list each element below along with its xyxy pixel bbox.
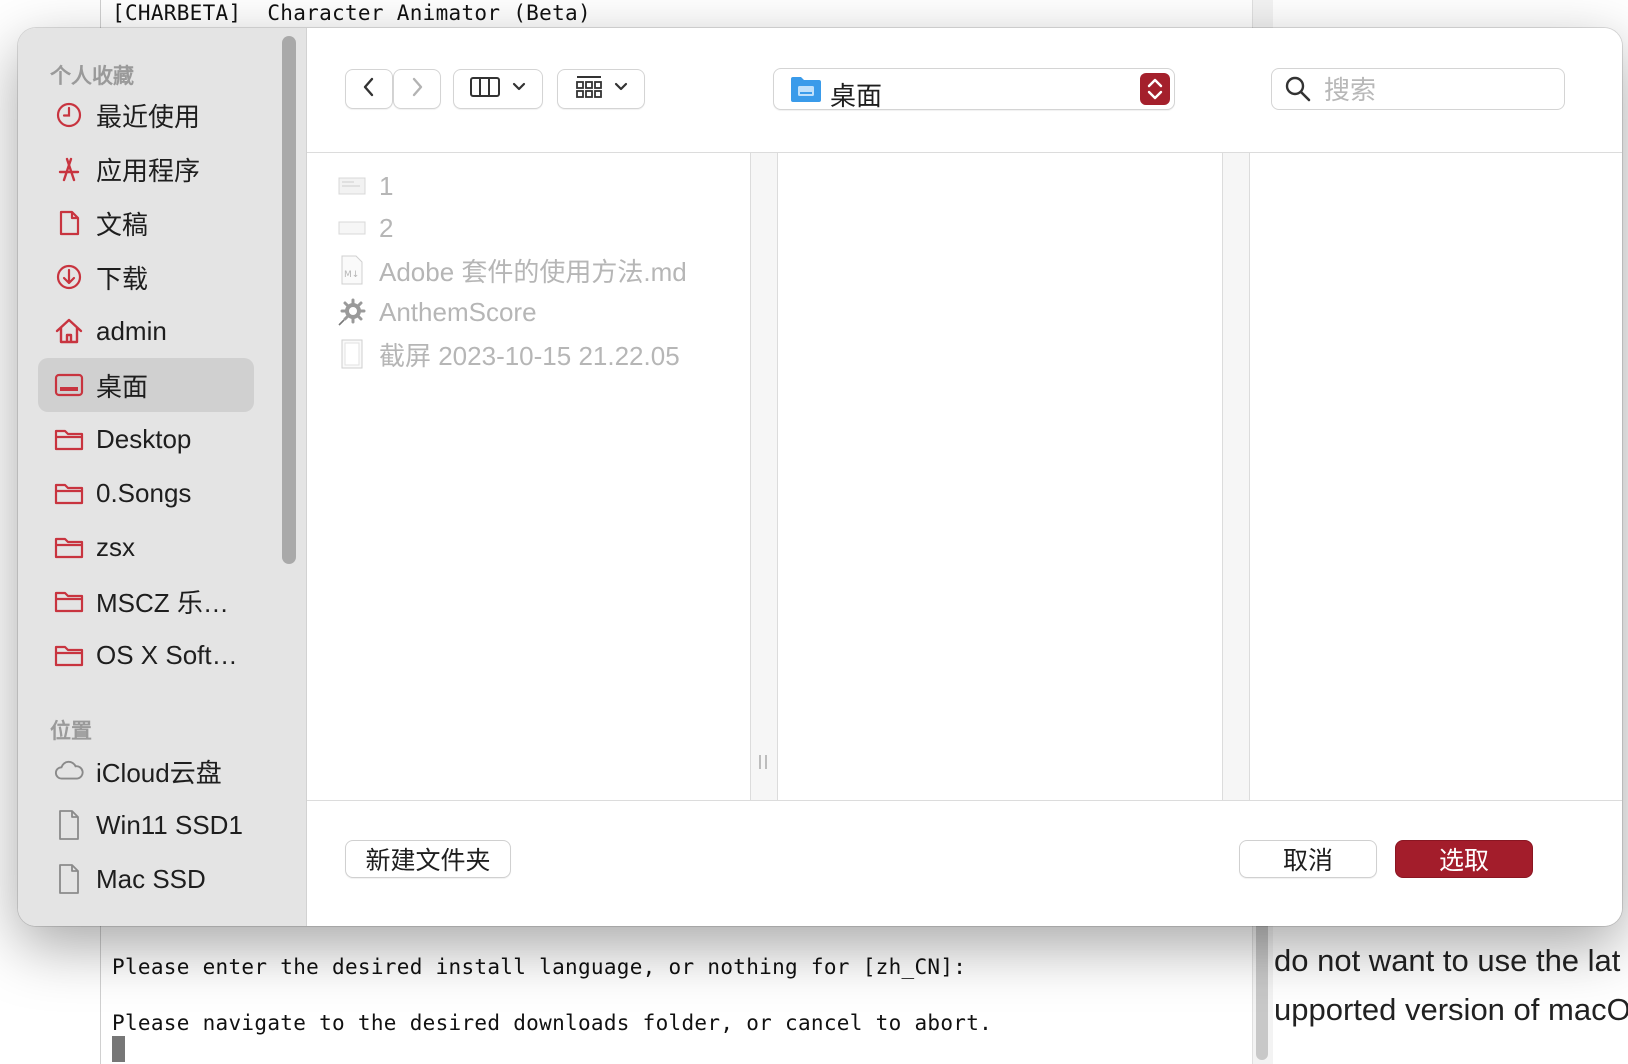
sidebar-item-folder-songs[interactable]: 0.Songs	[38, 466, 254, 520]
sidebar-item-label: 文稿	[96, 209, 149, 240]
column-browser: 1 2 M↓ Adobe 套件的使用方法.md AnthemScore 截屏 2…	[307, 153, 1622, 801]
folder-icon	[54, 478, 84, 508]
favorites-header: 个人收藏	[50, 65, 134, 88]
grid-group-icon	[573, 74, 605, 105]
file-name: 2	[379, 212, 394, 243]
locations-header: 位置	[50, 720, 92, 743]
sidebar-item-label: 应用程序	[96, 155, 201, 186]
folder-icon	[54, 640, 84, 670]
document-text-line: do not want to use the lat	[1274, 943, 1621, 978]
sidebar-item-label: 桌面	[96, 371, 149, 402]
terminal-scrollbar-thumb[interactable]	[1256, 920, 1268, 1060]
sidebar-item-label: MSCZ 乐…	[96, 587, 229, 618]
chevron-right-icon	[408, 75, 426, 104]
terminal-cursor	[112, 1036, 125, 1062]
app-alias-icon	[337, 297, 367, 327]
markdown-file-icon: M↓	[337, 255, 367, 285]
image-file-icon	[337, 171, 367, 201]
download-icon	[54, 262, 84, 292]
sidebar-item-label: iCloud云盘	[96, 757, 222, 788]
bottom-bar: 新建文件夹 取消 选取	[307, 801, 1622, 926]
sidebar-item-label: zsx	[96, 531, 135, 562]
search-input[interactable]	[1322, 74, 1556, 106]
sidebar-item-folder-mscz[interactable]: MSCZ 乐…	[38, 574, 254, 628]
sidebar-item-label: Mac SSD	[96, 863, 206, 894]
sidebar-item-win11-ssd[interactable]: Win11 SSD1	[38, 798, 254, 852]
search-icon	[1284, 75, 1312, 108]
clock-icon	[54, 100, 84, 130]
terminal-line: Please enter the desired install languag…	[112, 955, 967, 979]
sidebar: 个人收藏 最近使用 应用程序 文稿 下载 admin 桌面 Desktop 0.…	[18, 28, 307, 926]
location-stepper-icon[interactable]	[1140, 73, 1170, 105]
group-by-button[interactable]	[557, 69, 645, 109]
chevron-down-icon	[613, 80, 629, 98]
sidebar-item-label: admin	[96, 315, 167, 346]
column-divider[interactable]	[750, 153, 778, 800]
chevron-left-icon	[360, 75, 378, 104]
sidebar-item-label: 最近使用	[96, 101, 201, 132]
location-popup[interactable]: 桌面	[773, 68, 1175, 111]
sidebar-item-label: 0.Songs	[96, 477, 192, 508]
drive-icon	[54, 864, 84, 894]
file-name: 截屏 2023-10-15 21.22.05	[379, 340, 680, 371]
toolbar: 桌面	[307, 28, 1622, 153]
file-name: AnthemScore	[379, 296, 537, 327]
search-box[interactable]	[1271, 68, 1565, 110]
folder-icon	[54, 424, 84, 454]
choose-button[interactable]: 选取	[1395, 840, 1533, 878]
file-name: 1	[379, 170, 394, 201]
svg-text:M↓: M↓	[344, 270, 359, 280]
forward-button[interactable]	[393, 69, 441, 109]
sidebar-item-folder-osx-software[interactable]: OS X Soft…	[38, 628, 254, 682]
drive-icon	[54, 810, 84, 840]
folder-icon	[54, 532, 84, 562]
sidebar-item-desktop-selected[interactable]: 桌面	[38, 358, 254, 412]
sidebar-item-applications[interactable]: 应用程序	[38, 142, 254, 196]
sidebar-item-label: Win11 SSD1	[96, 809, 243, 840]
file-chooser-dialog: 个人收藏 最近使用 应用程序 文稿 下载 admin 桌面 Desktop 0.…	[18, 28, 1622, 926]
folder-icon	[54, 586, 84, 616]
document-text-line: upported version of macO	[1274, 992, 1628, 1027]
sidebar-item-downloads[interactable]: 下载	[38, 250, 254, 304]
sidebar-item-recents[interactable]: 最近使用	[38, 88, 254, 142]
back-button[interactable]	[345, 69, 393, 109]
cancel-button[interactable]: 取消	[1239, 840, 1377, 878]
image-file-icon	[337, 213, 367, 243]
location-label: 桌面	[830, 81, 883, 111]
resize-handle-icon[interactable]	[759, 755, 767, 769]
document-icon	[54, 208, 84, 238]
new-folder-button[interactable]: 新建文件夹	[345, 840, 511, 878]
terminal-line: Please navigate to the desired downloads…	[112, 1011, 993, 1035]
sidebar-item-mac-ssd[interactable]: Mac SSD	[38, 852, 254, 906]
terminal-title: [CHARBETA] Character Animator (Beta)	[112, 1, 591, 25]
sidebar-item-folder-zsx[interactable]: zsx	[38, 520, 254, 574]
columns-view-icon	[469, 75, 503, 104]
desktop-folder-icon	[790, 75, 822, 108]
sidebar-item-label: 下载	[96, 263, 149, 294]
sidebar-scrollbar-thumb[interactable]	[282, 36, 296, 564]
sidebar-item-documents[interactable]: 文稿	[38, 196, 254, 250]
sidebar-item-label: OS X Soft…	[96, 639, 238, 670]
sidebar-item-icloud[interactable]: iCloud云盘	[38, 744, 254, 798]
screenshot-file-icon	[337, 339, 367, 369]
sidebar-item-home[interactable]: admin	[38, 304, 254, 358]
chevron-down-icon	[511, 80, 527, 98]
cloud-icon	[54, 756, 84, 786]
file-name: Adobe 套件的使用方法.md	[379, 256, 687, 287]
column-divider[interactable]	[1222, 153, 1250, 800]
home-icon	[54, 316, 84, 346]
sidebar-item-folder-desktop[interactable]: Desktop	[38, 412, 254, 466]
view-mode-button[interactable]	[453, 69, 543, 109]
sidebar-item-label: Desktop	[96, 423, 192, 454]
applications-icon	[54, 154, 84, 184]
desktop-icon	[54, 370, 84, 400]
